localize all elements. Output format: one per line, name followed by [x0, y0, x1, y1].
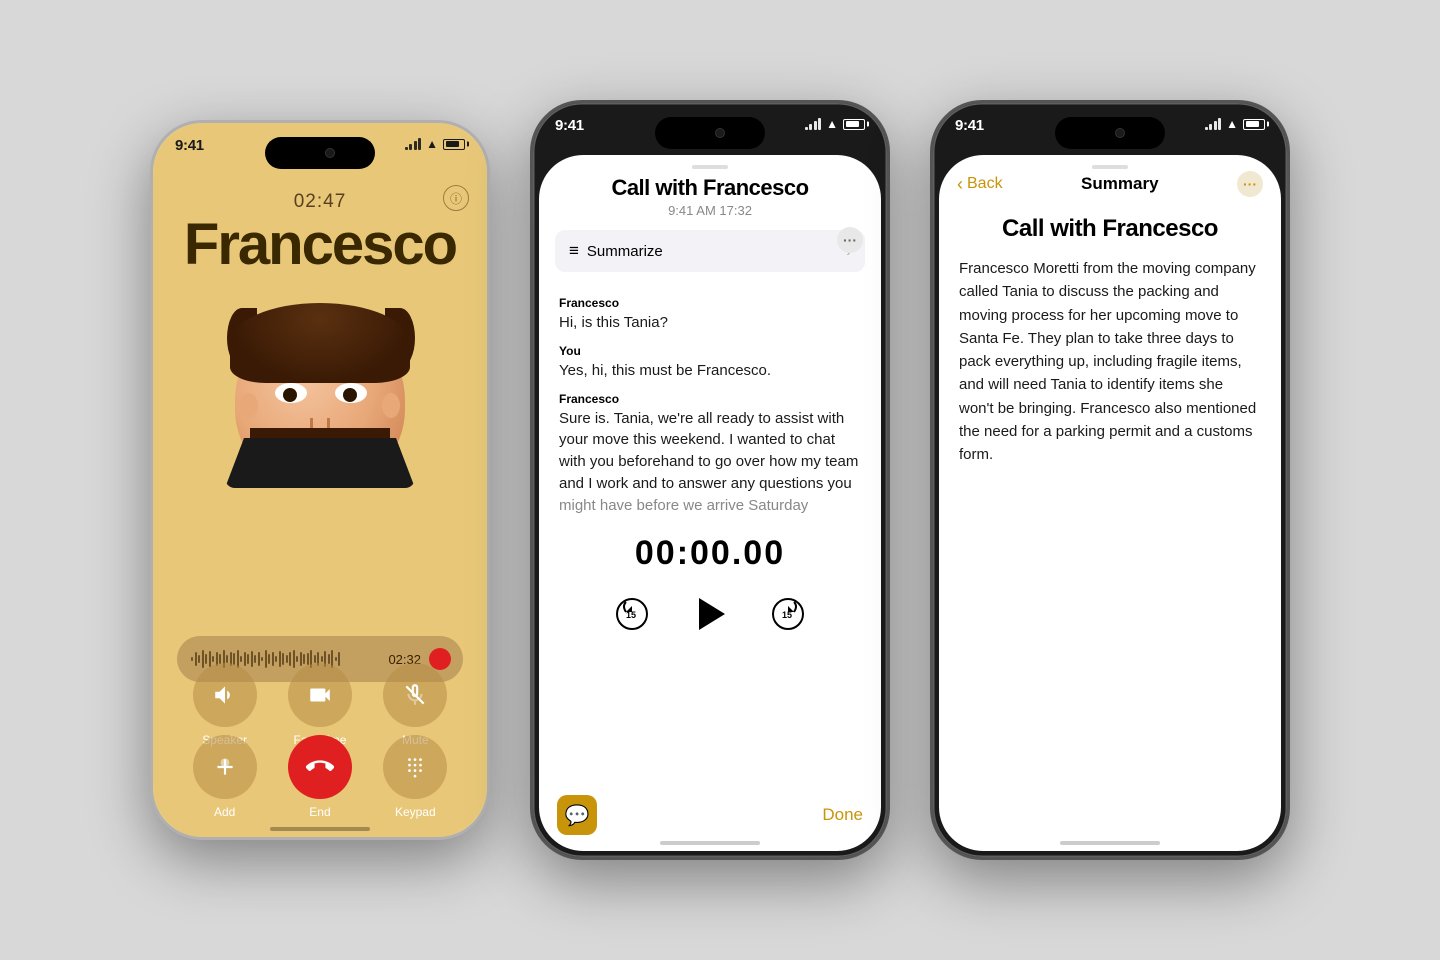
speaker-label-0: Francesco	[559, 296, 861, 310]
summary-text: Francesco Moretti from the moving compan…	[959, 257, 1261, 466]
summarize-left: ≡ Summarize	[569, 241, 663, 261]
back-chevron-icon: ‹	[957, 174, 963, 195]
status-time-3: 9:41	[955, 117, 984, 134]
playback-timer: 00:00.00	[539, 534, 881, 573]
transcript-subtitle: 9:41 AM 17:32	[559, 203, 861, 218]
transcript-title: Call with Francesco	[559, 175, 861, 201]
status-time-2: 9:41	[555, 117, 584, 134]
end-call-icon-circle	[288, 735, 352, 799]
keypad-label: Keypad	[395, 805, 436, 819]
volume-down-button-2[interactable]	[530, 273, 532, 333]
keypad-icon-circle	[383, 735, 447, 799]
summarize-icon: ≡	[569, 241, 579, 261]
speaker-label-1: You	[559, 344, 861, 358]
add-label: Add	[214, 805, 235, 819]
volume-up-button[interactable]	[150, 243, 152, 275]
done-button[interactable]: Done	[822, 805, 863, 825]
home-indicator-1	[270, 827, 370, 831]
speaker-text-2b: might have before we arrive Saturday	[559, 495, 861, 517]
battery-icon-3	[1243, 119, 1265, 130]
call-controls-row-2: Add End Keypad	[177, 735, 463, 819]
phone-summary: 9:41 ▲ ‹ Back Summary ··· Call with	[930, 100, 1290, 860]
summary-content: Call with Francesco Francesco Moretti fr…	[939, 207, 1281, 486]
summary-title: Call with Francesco	[959, 215, 1261, 243]
caller-name: Francesco	[153, 211, 487, 278]
add-icon-circle	[193, 735, 257, 799]
speaker-text-2: Sure is. Tania, we're all ready to assis…	[559, 408, 861, 495]
speaker-label-2: Francesco	[559, 392, 861, 406]
wifi-icon-3: ▲	[1226, 117, 1238, 131]
phone-transcript: 9:41 ▲ Call with Francesco 9:41 AM 17:32…	[530, 100, 890, 860]
active-call-screen: 9:41 ▲ ⓘ 02:47 Francesco	[153, 123, 487, 837]
scroll-pill-3	[1092, 165, 1128, 169]
facetime-icon-circle	[288, 663, 352, 727]
chat-bubble-button[interactable]: 💬	[557, 795, 597, 835]
status-icons-1: ▲	[405, 137, 465, 151]
play-triangle-icon	[699, 598, 725, 630]
wifi-icon-1: ▲	[426, 137, 438, 151]
wifi-icon-2: ▲	[826, 117, 838, 131]
front-camera-3	[1115, 128, 1125, 138]
power-button[interactable]	[488, 283, 490, 363]
more-options-button-3[interactable]: ···	[1237, 171, 1263, 197]
play-button[interactable]	[685, 589, 735, 639]
battery-icon-2	[843, 119, 865, 130]
scroll-pill-2	[692, 165, 728, 169]
call-timer: 02:47	[153, 191, 487, 213]
volume-down-button[interactable]	[150, 293, 152, 353]
battery-icon-1	[443, 139, 465, 150]
add-button[interactable]: Add	[193, 735, 257, 819]
signal-bars-2	[805, 118, 822, 130]
volume-down-button-3[interactable]	[930, 273, 932, 333]
speaker-icon-circle	[193, 663, 257, 727]
home-indicator-3	[1060, 841, 1160, 845]
dynamic-island-2	[655, 117, 765, 149]
speaker-text-1: Yes, hi, this must be Francesco.	[559, 360, 861, 382]
mute-icon-circle	[383, 663, 447, 727]
dynamic-island	[265, 137, 375, 169]
summary-nav-title: Summary	[1081, 174, 1158, 194]
status-time-1: 9:41	[175, 137, 204, 154]
back-button[interactable]: ‹ Back	[957, 174, 1003, 195]
front-camera	[325, 148, 335, 158]
more-options-button[interactable]: ···	[837, 227, 863, 253]
back-label: Back	[967, 175, 1003, 193]
phone-active-call: 9:41 ▲ ⓘ 02:47 Francesco	[150, 120, 490, 840]
summarize-label: Summarize	[587, 243, 663, 260]
volume-up-button-3[interactable]	[930, 223, 932, 255]
power-button-2[interactable]	[888, 263, 890, 343]
power-button-3[interactable]	[1288, 263, 1290, 343]
speaker-text-0: Hi, is this Tania?	[559, 312, 861, 334]
transcript-screen: Call with Francesco 9:41 AM 17:32 ··· ≡ …	[539, 155, 881, 851]
front-camera-2	[715, 128, 725, 138]
end-call-button[interactable]: End	[288, 735, 352, 819]
playback-controls: 15 15	[539, 589, 881, 639]
skip-forward-button[interactable]: 15	[767, 593, 809, 635]
signal-bars-3	[1205, 118, 1222, 130]
transcript-body: Francesco Hi, is this Tania? You Yes, hi…	[539, 286, 881, 516]
summary-nav: ‹ Back Summary ···	[939, 155, 1281, 207]
summary-screen: ‹ Back Summary ··· Call with Francesco F…	[939, 155, 1281, 851]
keypad-button[interactable]: Keypad	[383, 735, 447, 819]
home-indicator-2	[660, 841, 760, 845]
volume-up-button-2[interactable]	[530, 223, 532, 255]
signal-bars-1	[405, 138, 422, 150]
memoji-avatar	[220, 278, 420, 498]
summarize-row[interactable]: ≡ Summarize ›	[555, 230, 865, 272]
dynamic-island-3	[1055, 117, 1165, 149]
skip-back-button[interactable]: 15	[611, 593, 653, 635]
end-label: End	[309, 805, 330, 819]
status-icons-2: ▲	[805, 117, 865, 131]
transcript-footer: 💬 Done	[539, 795, 881, 835]
status-icons-3: ▲	[1205, 117, 1265, 131]
